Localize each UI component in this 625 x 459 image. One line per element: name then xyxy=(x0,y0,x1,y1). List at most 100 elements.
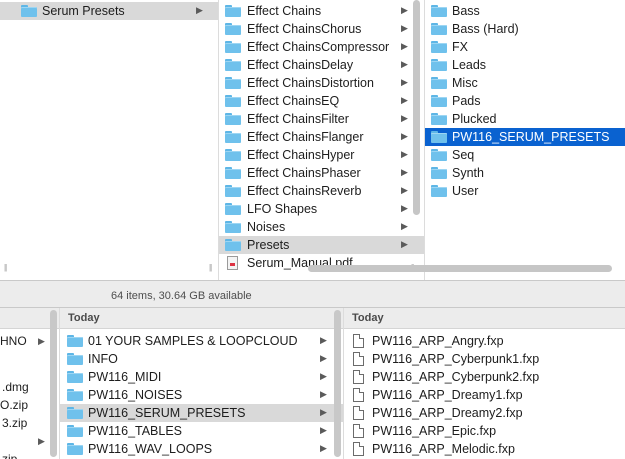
folder-row[interactable]: Effect ChainsEQ ▶ xyxy=(219,92,424,110)
folder-label: Effect ChainsHyper xyxy=(247,148,355,162)
folder-icon xyxy=(225,185,241,197)
folder-row-pw116-serum-presets[interactable]: PW116_SERUM_PRESETS ▶ xyxy=(60,404,343,422)
folder-label: PW116_WAV_LOOPS xyxy=(88,442,213,456)
file-row[interactable]: PW116_ARP_Angry.fxp xyxy=(344,332,625,350)
folder-row[interactable]: Effect ChainsHyper ▶ xyxy=(219,146,424,164)
file-row[interactable]: PW116_ARP_Cyberpunk1.fxp xyxy=(344,350,625,368)
folder-row[interactable]: Misc xyxy=(425,74,625,92)
folder-row-pw116-serum-presets[interactable]: PW116_SERUM_PRESETS xyxy=(425,128,625,146)
folder-icon xyxy=(67,371,83,383)
chevron-right-icon: ▶ xyxy=(196,5,203,15)
partial-item[interactable]: HNO xyxy=(0,334,27,348)
folder-row[interactable]: PW116_MIDI ▶ xyxy=(60,368,343,386)
folder-label: Bass xyxy=(452,4,480,18)
folder-icon xyxy=(67,335,83,347)
column-resize-handle[interactable]: || xyxy=(209,263,212,272)
folder-row[interactable]: 01 YOUR SAMPLES & LOOPCLOUD ▶ xyxy=(60,332,343,350)
folder-row[interactable]: PW116_TABLES ▶ xyxy=(60,422,343,440)
folder-icon xyxy=(67,407,83,419)
folder-row[interactable]: Bass xyxy=(425,2,625,20)
folder-row[interactable]: PW116_NOISES ▶ xyxy=(60,386,343,404)
chevron-right-icon: ▶ xyxy=(401,77,408,87)
folder-label: Leads xyxy=(452,58,487,72)
folder-icon xyxy=(225,239,241,251)
folder-icon xyxy=(225,203,241,215)
folder-row[interactable]: FX xyxy=(425,38,625,56)
chevron-right-icon: ▶ xyxy=(401,221,408,231)
folder-icon xyxy=(225,41,241,53)
folder-icon xyxy=(67,425,83,437)
folder-row[interactable]: Effect ChainsDelay ▶ xyxy=(219,56,424,74)
folder-row[interactable]: Effect ChainsDistortion ▶ xyxy=(219,74,424,92)
folder-row-serum-presets[interactable]: Serum Presets ▶ xyxy=(0,2,218,20)
folder-row-presets[interactable]: Presets ▶ xyxy=(219,236,424,254)
folder-row[interactable]: Noises ▶ xyxy=(219,218,424,236)
folder-row[interactable]: Seq xyxy=(425,146,625,164)
column-2[interactable]: Effect Chains ▶ Effect ChainsChorus ▶ Ef… xyxy=(219,0,425,280)
folder-label: Bass (Hard) xyxy=(452,22,519,36)
folder-row[interactable]: Effect ChainsChorus ▶ xyxy=(219,20,424,38)
folder-icon xyxy=(225,77,241,89)
folder-row[interactable]: User xyxy=(425,182,625,200)
column-1-partial[interactable]: HNO ▶ .dmg O.zip 3.zip zip ▶ xyxy=(0,308,60,459)
folder-label: FX xyxy=(452,40,468,54)
folder-row[interactable]: Effect ChainsCompressor ▶ xyxy=(219,38,424,56)
folder-label: 01 YOUR SAMPLES & LOOPCLOUD xyxy=(88,334,298,348)
partial-item[interactable]: zip xyxy=(2,452,17,459)
file-row[interactable]: PW116_ARP_Dreamy2.fxp xyxy=(344,404,625,422)
folder-row[interactable]: Bass (Hard) xyxy=(425,20,625,38)
file-row[interactable]: PW116_ARP_Dreamy1.fxp xyxy=(344,386,625,404)
folder-row[interactable]: Plucked xyxy=(425,110,625,128)
top-finder-window: Serum Presets ▶ || || Effect Chains ▶ Ef… xyxy=(0,0,625,280)
header-today: Today xyxy=(68,312,100,324)
folder-row[interactable]: Effect ChainsPhaser ▶ xyxy=(219,164,424,182)
folder-icon xyxy=(431,185,447,197)
column-3[interactable]: Bass Bass (Hard) FX Leads Misc Pads Pluc… xyxy=(425,0,625,280)
file-label: PW116_ARP_Dreamy1.fxp xyxy=(372,388,523,402)
partial-item[interactable]: 3.zip xyxy=(2,416,27,430)
folder-label: INFO xyxy=(88,352,118,366)
folder-row[interactable]: Leads xyxy=(425,56,625,74)
folder-icon xyxy=(225,23,241,35)
vertical-scrollbar[interactable] xyxy=(50,310,57,457)
folder-label: Presets xyxy=(247,238,290,252)
document-icon xyxy=(353,424,364,438)
folder-icon xyxy=(431,59,447,71)
chevron-right-icon: ▶ xyxy=(320,407,327,417)
vertical-scrollbar[interactable] xyxy=(334,310,341,457)
column-3[interactable]: Today PW116_ARP_Angry.fxp PW116_ARP_Cybe… xyxy=(344,308,625,459)
column-2[interactable]: Today 01 YOUR SAMPLES & LOOPCLOUD ▶ INFO… xyxy=(60,308,344,459)
vertical-scrollbar[interactable] xyxy=(413,0,420,215)
partial-item[interactable]: O.zip xyxy=(0,398,28,412)
partial-item[interactable]: .dmg xyxy=(2,380,29,394)
status-bar: 64 items, 30.64 GB available xyxy=(0,280,625,308)
folder-row[interactable]: LFO Shapes ▶ xyxy=(219,200,424,218)
folder-label: PW116_NOISES xyxy=(88,388,183,402)
folder-row[interactable]: Effect ChainsFilter ▶ xyxy=(219,110,424,128)
folder-row[interactable]: INFO ▶ xyxy=(60,350,343,368)
chevron-right-icon: ▶ xyxy=(38,336,45,346)
chevron-right-icon: ▶ xyxy=(401,23,408,33)
folder-row[interactable]: Pads xyxy=(425,92,625,110)
folder-icon xyxy=(225,167,241,179)
folder-row[interactable]: Synth xyxy=(425,164,625,182)
column-1[interactable]: Serum Presets ▶ || || xyxy=(0,0,219,280)
folder-row[interactable]: Effect ChainsFlanger ▶ xyxy=(219,128,424,146)
file-label: PW116_ARP_Cyberpunk2.fxp xyxy=(372,370,540,384)
file-row[interactable]: PW116_ARP_Epic.fxp xyxy=(344,422,625,440)
chevron-right-icon: ▶ xyxy=(401,95,408,105)
horizontal-scrollbar[interactable] xyxy=(308,265,612,272)
file-row[interactable]: PW116_ARP_Melodic.fxp xyxy=(344,440,625,458)
folder-row[interactable]: Effect ChainsReverb ▶ xyxy=(219,182,424,200)
folder-label: Seq xyxy=(452,148,475,162)
folder-label: Noises xyxy=(247,220,286,234)
folder-row[interactable]: PW116_WAV_LOOPS ▶ xyxy=(60,440,343,458)
folder-row[interactable]: Effect Chains ▶ xyxy=(219,2,424,20)
folder-icon xyxy=(431,113,447,125)
file-row[interactable]: PW116_ARP_Cyberpunk2.fxp xyxy=(344,368,625,386)
chevron-right-icon: ▶ xyxy=(401,149,408,159)
column-resize-handle[interactable]: || xyxy=(4,263,7,272)
document-icon xyxy=(353,352,364,366)
folder-label: PW116_MIDI xyxy=(88,370,162,384)
document-icon xyxy=(353,442,364,456)
